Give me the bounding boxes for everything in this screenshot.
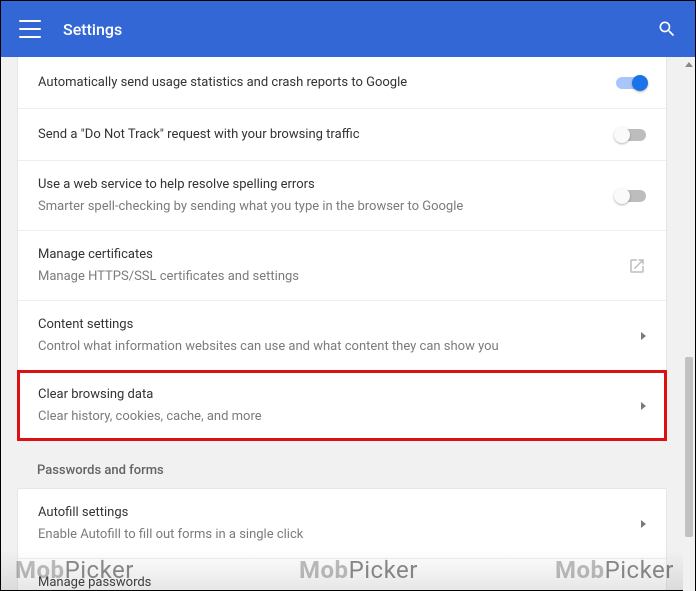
row-accessory	[606, 402, 646, 410]
row-title: Use a web service to help resolve spelli…	[38, 175, 606, 195]
toggle-do-not-track[interactable]	[616, 129, 646, 141]
row-usage-stats[interactable]: Automatically send usage statistics and …	[18, 57, 666, 109]
row-text: Automatically send usage statistics and …	[38, 73, 606, 93]
chevron-right-icon	[641, 520, 646, 528]
privacy-section-card: Automatically send usage statistics and …	[17, 57, 667, 441]
row-accessory	[606, 129, 646, 141]
chevron-right-icon	[641, 590, 646, 591]
section-header-passwords: Passwords and forms	[1, 441, 683, 488]
row-subtitle: Control what information websites can us…	[38, 337, 606, 357]
chevron-right-icon	[641, 402, 646, 410]
vertical-scrollbar[interactable]	[683, 57, 695, 591]
row-title: Autofill settings	[38, 503, 606, 523]
row-accessory	[606, 590, 646, 591]
search-icon[interactable]	[657, 19, 677, 39]
row-accessory	[606, 77, 646, 89]
row-manage-passwords[interactable]: Manage passwords Offer to save your web …	[18, 559, 666, 590]
row-text: Use a web service to help resolve spelli…	[38, 175, 606, 216]
row-accessory	[606, 520, 646, 528]
row-content-settings[interactable]: Content settings Control what informatio…	[18, 301, 666, 371]
menu-icon[interactable]	[19, 20, 41, 38]
open-external-icon[interactable]	[606, 257, 646, 275]
row-accessory	[606, 332, 646, 340]
row-subtitle: Clear history, cookies, cache, and more	[38, 407, 606, 427]
appbar-title: Settings	[63, 20, 657, 39]
row-manage-certificates[interactable]: Manage certificates Manage HTTPS/SSL cer…	[18, 231, 666, 301]
scroll-up-icon[interactable]	[683, 57, 695, 71]
content-area: Automatically send usage statistics and …	[1, 57, 683, 590]
row-subtitle: Manage HTTPS/SSL certificates and settin…	[38, 267, 606, 287]
row-title: Content settings	[38, 315, 606, 335]
passwords-section-card: Autofill settings Enable Autofill to fil…	[17, 488, 667, 590]
row-do-not-track[interactable]: Send a "Do Not Track" request with your …	[18, 109, 666, 161]
row-subtitle: Enable Autofill to fill out forms in a s…	[38, 525, 606, 545]
row-title: Manage certificates	[38, 245, 606, 265]
row-accessory	[606, 190, 646, 202]
toggle-usage-stats[interactable]	[616, 77, 646, 89]
row-title: Manage passwords	[38, 573, 606, 590]
scrollbar-thumb[interactable]	[685, 357, 693, 537]
row-title: Clear browsing data	[38, 385, 606, 405]
row-text: Manage certificates Manage HTTPS/SSL cer…	[38, 245, 606, 286]
row-autofill-settings[interactable]: Autofill settings Enable Autofill to fil…	[18, 489, 666, 559]
row-title: Send a "Do Not Track" request with your …	[38, 125, 606, 145]
row-title: Automatically send usage statistics and …	[38, 73, 606, 93]
row-text: Send a "Do Not Track" request with your …	[38, 125, 606, 145]
row-text: Manage passwords Offer to save your web …	[38, 573, 606, 590]
row-text: Autofill settings Enable Autofill to fil…	[38, 503, 606, 544]
settings-window: Settings Automatically send usage statis…	[0, 0, 696, 591]
appbar: Settings	[1, 1, 695, 57]
chevron-right-icon	[641, 332, 646, 340]
toggle-spell-check[interactable]	[616, 190, 646, 202]
row-text: Content settings Control what informatio…	[38, 315, 606, 356]
row-text: Clear browsing data Clear history, cooki…	[38, 385, 606, 426]
row-spell-check[interactable]: Use a web service to help resolve spelli…	[18, 161, 666, 231]
row-clear-browsing-data[interactable]: Clear browsing data Clear history, cooki…	[18, 371, 666, 440]
row-subtitle: Smarter spell-checking by sending what y…	[38, 197, 606, 217]
